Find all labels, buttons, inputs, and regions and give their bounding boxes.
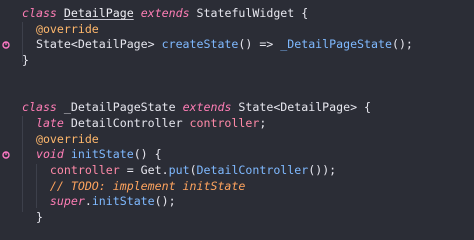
code-token-plain: StatefulWidget { xyxy=(189,6,309,20)
code-token-ann: @override xyxy=(22,21,99,36)
code-token-fn: initState xyxy=(91,194,155,209)
code-line[interactable]: @override xyxy=(22,132,472,148)
code-token-plain: () { xyxy=(133,147,162,162)
code-line[interactable]: late DetailController controller; xyxy=(22,116,472,132)
code-token-kw: extends xyxy=(140,6,190,20)
code-token-plain: = Get. xyxy=(119,162,169,177)
code-line[interactable]: @override xyxy=(22,22,472,38)
code-token-plain: DetailController xyxy=(63,115,190,130)
code-token-plain: (); xyxy=(391,37,413,52)
code-line[interactable]: controller = Get.put(DetailController())… xyxy=(22,163,472,179)
code-token-kw: class xyxy=(22,100,64,115)
code-token-plain: _DetailPageState xyxy=(63,100,183,115)
code-token-cls: DetailPage xyxy=(63,6,134,20)
code-token-plain: (); xyxy=(154,194,176,209)
code-line[interactable] xyxy=(22,84,472,100)
code-token-plain: . xyxy=(84,194,92,209)
editor-gutter xyxy=(0,0,12,213)
code-line[interactable]: // TODO: implement initState xyxy=(22,179,472,195)
code-line[interactable]: class DetailPage extends StatefulWidget … xyxy=(22,6,472,22)
code-area[interactable]: class DetailPage extends StatefulWidget … xyxy=(22,6,472,226)
code-line[interactable]: super.initState(); xyxy=(22,194,472,210)
code-token-plain: ( xyxy=(189,162,197,177)
code-line[interactable]: State<DetailPage> createState() => _Deta… xyxy=(22,37,472,53)
code-line[interactable]: class _DetailPageState extends State<Det… xyxy=(22,100,472,116)
code-token-kw: class xyxy=(22,6,64,20)
code-token-ann: @override xyxy=(22,131,99,146)
code-token-plain: ()); xyxy=(308,162,337,177)
override-marker-icon[interactable] xyxy=(2,41,10,50)
code-token-plain: State<DetailPage> xyxy=(22,37,162,52)
code-token-kw: extends xyxy=(182,100,232,115)
code-token-fn: initState xyxy=(70,147,134,162)
code-token-kw: super xyxy=(49,194,85,209)
code-editor[interactable]: class DetailPage extends StatefulWidget … xyxy=(0,0,474,224)
code-token-fn: _DetailPageState xyxy=(280,37,392,52)
code-token-comment: // TODO: implement initState xyxy=(49,178,246,193)
code-token-var: controller xyxy=(189,115,260,130)
code-line[interactable]: void initState() { xyxy=(22,147,472,163)
code-token-kw: void xyxy=(35,147,64,162)
code-line[interactable]: } xyxy=(22,210,472,226)
code-token-var: controller xyxy=(49,162,120,177)
code-line[interactable]: } xyxy=(22,53,472,69)
override-marker-icon[interactable] xyxy=(2,151,10,159)
code-token-fn: DetailController xyxy=(196,162,309,177)
code-token-kw: late xyxy=(35,115,64,130)
code-line[interactable] xyxy=(22,69,472,85)
code-token-plain: State<DetailPage> { xyxy=(231,100,372,115)
code-token-plain: ; xyxy=(259,115,267,130)
code-token-fn: createState xyxy=(161,37,239,52)
code-token-plain: } xyxy=(22,209,43,224)
code-token-plain: } xyxy=(22,53,29,68)
code-token-fn: put xyxy=(168,162,190,177)
code-token-plain: () => xyxy=(238,37,281,52)
